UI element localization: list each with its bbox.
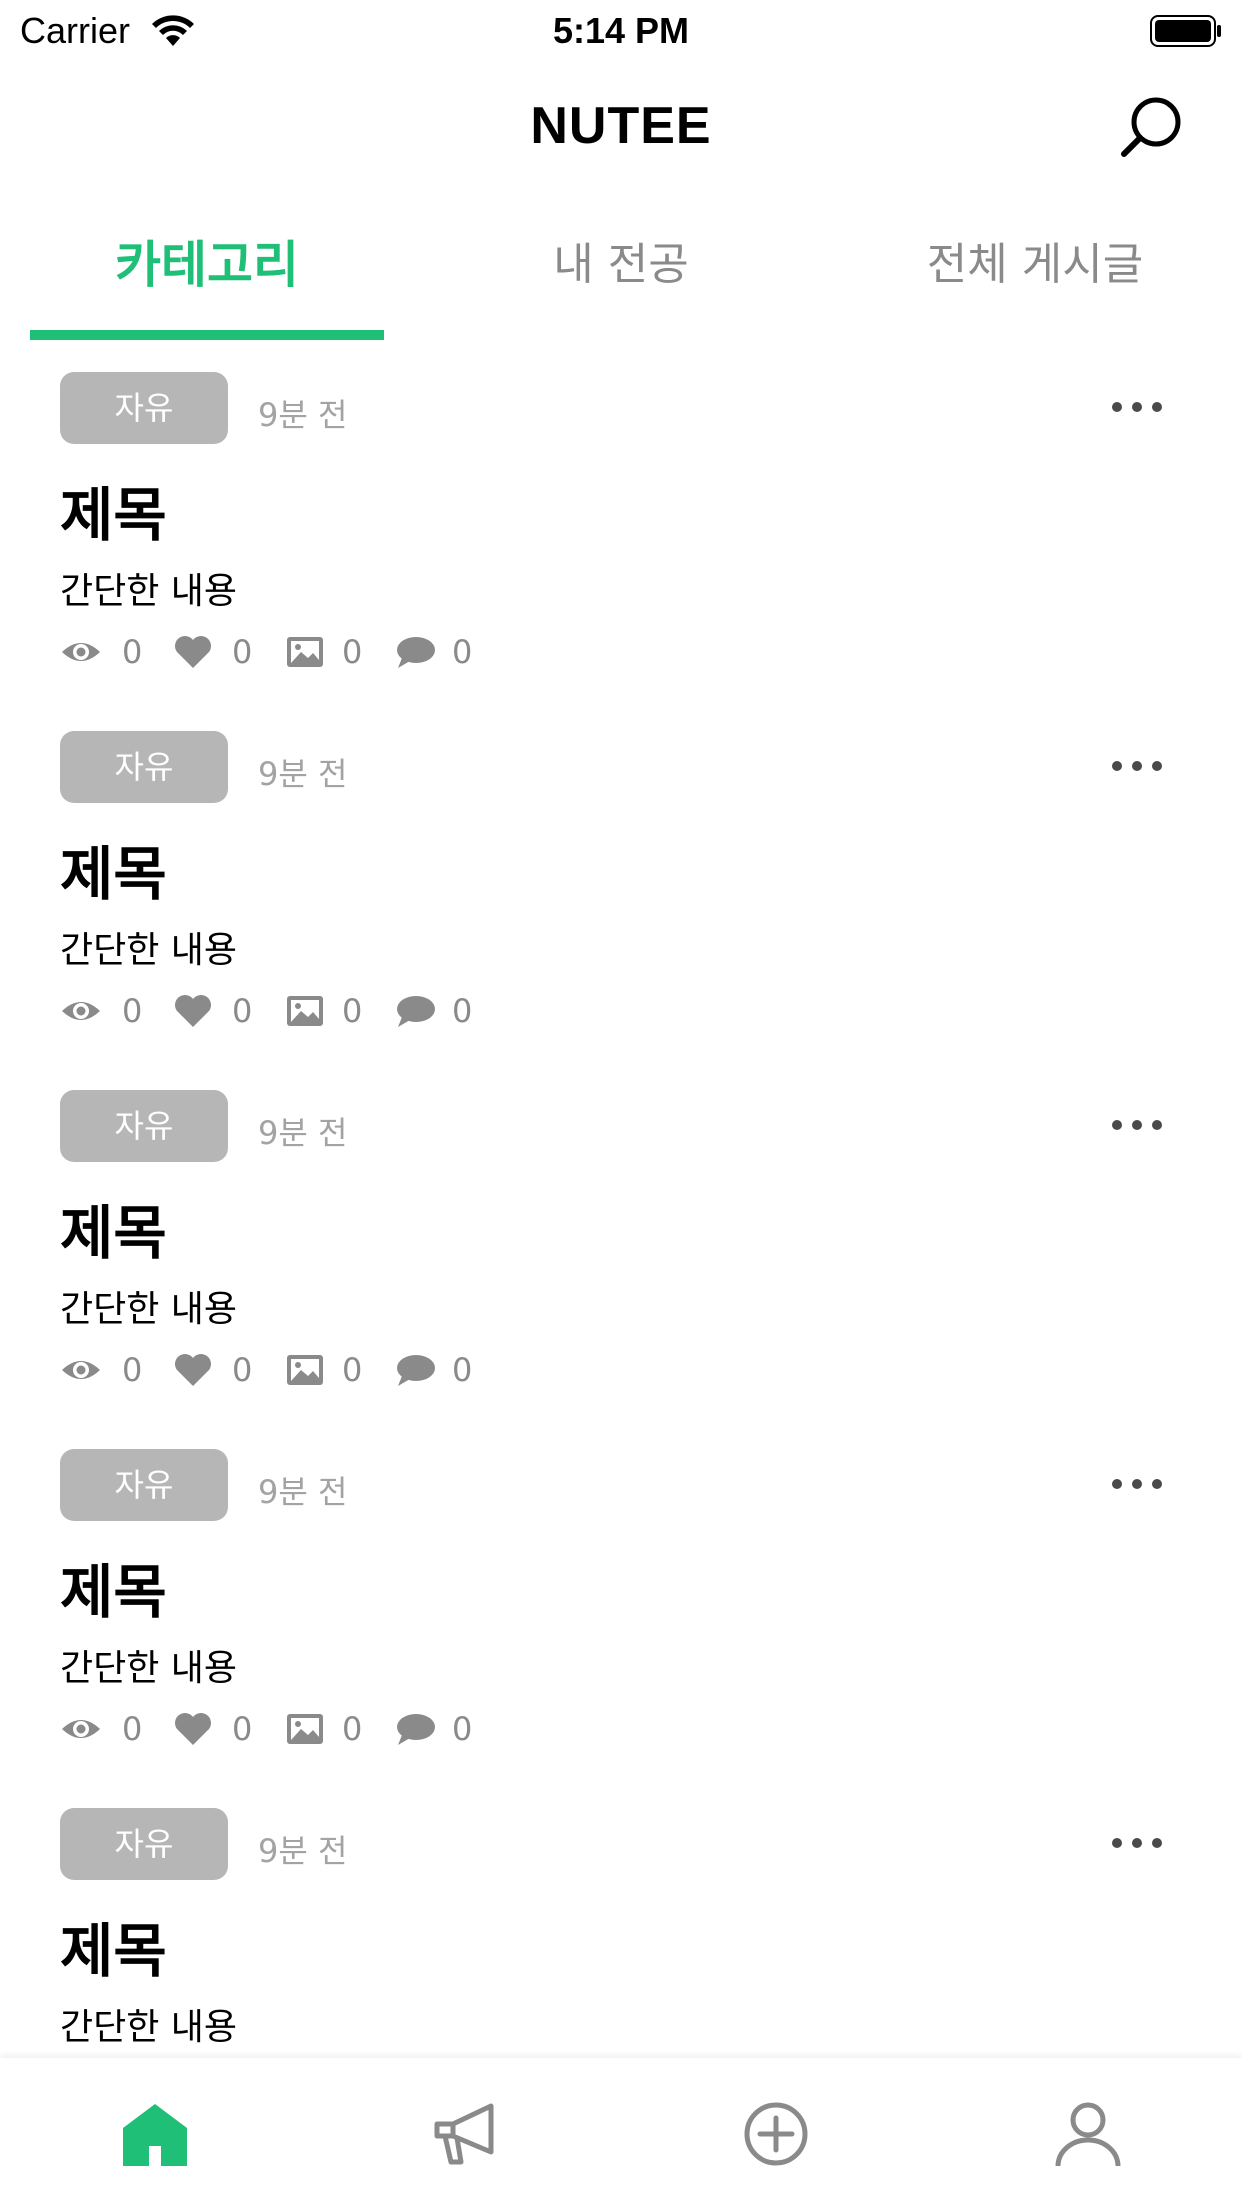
more-dot-icon <box>1132 1120 1142 1130</box>
more-dot-icon <box>1112 1120 1122 1130</box>
comment-count: 0 <box>452 992 473 1030</box>
post-body: 간단한 내용 <box>60 571 238 612</box>
more-dot-icon <box>1152 1479 1162 1489</box>
more-dot-icon <box>1132 1838 1142 1848</box>
post-title: 제목 <box>60 481 167 549</box>
tab-my-major[interactable]: 내 전공 <box>414 220 828 330</box>
battery-icon <box>1150 15 1221 47</box>
more-button[interactable] <box>1110 1834 1166 1854</box>
megaphone-icon[interactable] <box>431 2098 503 2170</box>
image-icon <box>287 1714 323 1744</box>
post-title: 제목 <box>60 1558 167 1626</box>
image-count: 0 <box>342 1351 363 1389</box>
post-card[interactable]: 자유 9분 전 제목 간단한 내용 <box>0 1776 1242 2060</box>
more-dot-icon <box>1132 1479 1142 1489</box>
post-stats: 0 0 0 0 <box>60 1350 660 1390</box>
bottom-tab-bar <box>0 2058 1242 2208</box>
post-stats: 0 0 0 0 <box>60 991 660 1031</box>
more-dot-icon <box>1112 1479 1122 1489</box>
more-dot-icon <box>1112 402 1122 412</box>
category-badge[interactable]: 자유 <box>60 372 228 444</box>
post-body: 간단한 내용 <box>60 2007 238 2048</box>
profile-icon[interactable] <box>1052 2098 1124 2170</box>
post-feed[interactable]: 자유 9분 전 제목 간단한 내용 0 0 0 0 자유 9분 전 제목 간단한… <box>0 340 1242 2060</box>
eye-icon <box>62 1002 100 1020</box>
view-count: 0 <box>122 992 143 1030</box>
like-count: 0 <box>232 992 253 1030</box>
more-dot-icon <box>1152 1838 1162 1848</box>
comment-icon <box>397 1714 435 1745</box>
post-time: 9분 전 <box>258 1114 348 1152</box>
home-icon[interactable] <box>119 2098 191 2170</box>
heart-icon <box>175 1354 211 1386</box>
like-count: 0 <box>232 633 253 671</box>
post-card[interactable]: 자유 9분 전 제목 간단한 내용 0 0 0 0 <box>0 1058 1242 1417</box>
more-dot-icon <box>1152 402 1162 412</box>
image-icon <box>287 637 323 667</box>
image-icon <box>287 996 323 1026</box>
view-count: 0 <box>122 1351 143 1389</box>
post-stats: 0 0 0 0 <box>60 1709 660 1749</box>
like-count: 0 <box>232 1351 253 1389</box>
eye-icon <box>62 1361 100 1379</box>
comment-count: 0 <box>452 1351 473 1389</box>
category-badge[interactable]: 자유 <box>60 1808 228 1880</box>
post-title: 제목 <box>60 1917 167 1985</box>
like-count: 0 <box>232 1710 253 1748</box>
image-count: 0 <box>342 1710 363 1748</box>
post-title: 제목 <box>60 840 167 908</box>
eye-icon <box>62 1720 100 1738</box>
image-count: 0 <box>342 992 363 1030</box>
comment-icon <box>397 1355 435 1386</box>
post-body: 간단한 내용 <box>60 930 238 971</box>
more-button[interactable] <box>1110 1475 1166 1495</box>
post-card[interactable]: 자유 9분 전 제목 간단한 내용 0 0 0 0 <box>0 699 1242 1058</box>
post-body: 간단한 내용 <box>60 1289 238 1330</box>
tab-indicator <box>30 330 384 340</box>
search-icon[interactable] <box>1116 92 1186 162</box>
view-count: 0 <box>122 633 143 671</box>
post-card[interactable]: 자유 9분 전 제목 간단한 내용 0 0 0 0 <box>0 1417 1242 1776</box>
comment-icon <box>397 637 435 668</box>
post-body: 간단한 내용 <box>60 1648 238 1689</box>
more-dot-icon <box>1152 761 1162 771</box>
app-title: NUTEE <box>530 97 712 155</box>
more-dot-icon <box>1132 761 1142 771</box>
post-title: 제목 <box>60 1199 167 1267</box>
more-dot-icon <box>1112 761 1122 771</box>
view-count: 0 <box>122 1710 143 1748</box>
heart-icon <box>175 1713 211 1745</box>
more-button[interactable] <box>1110 757 1166 777</box>
image-icon <box>287 1355 323 1385</box>
category-badge[interactable]: 자유 <box>60 1449 228 1521</box>
more-dot-icon <box>1132 402 1142 412</box>
more-dot-icon <box>1152 1120 1162 1130</box>
post-card[interactable]: 자유 9분 전 제목 간단한 내용 0 0 0 0 <box>0 340 1242 699</box>
post-time: 9분 전 <box>258 1473 348 1511</box>
more-button[interactable] <box>1110 1116 1166 1136</box>
category-badge[interactable]: 자유 <box>60 731 228 803</box>
comment-count: 0 <box>452 1710 473 1748</box>
post-stats: 0 0 0 0 <box>60 632 660 672</box>
status-bar: Carrier 5:14 PM <box>0 0 1242 64</box>
add-circle-icon[interactable] <box>740 2098 812 2170</box>
heart-icon <box>175 636 211 668</box>
tab-all-posts[interactable]: 전체 게시글 <box>828 220 1242 330</box>
comment-count: 0 <box>452 633 473 671</box>
category-badge[interactable]: 자유 <box>60 1090 228 1162</box>
post-time: 9분 전 <box>258 396 348 434</box>
image-count: 0 <box>342 633 363 671</box>
eye-icon <box>62 643 100 661</box>
status-time: 5:14 PM <box>552 10 690 51</box>
segment-tabs: 카테고리 내 전공 전체 게시글 <box>0 220 1242 340</box>
post-time: 9분 전 <box>258 1832 348 1870</box>
more-button[interactable] <box>1110 398 1166 418</box>
tab-category[interactable]: 카테고리 <box>0 220 414 330</box>
more-dot-icon <box>1112 1838 1122 1848</box>
comment-icon <box>397 996 435 1027</box>
post-time: 9분 전 <box>258 755 348 793</box>
heart-icon <box>175 995 211 1027</box>
